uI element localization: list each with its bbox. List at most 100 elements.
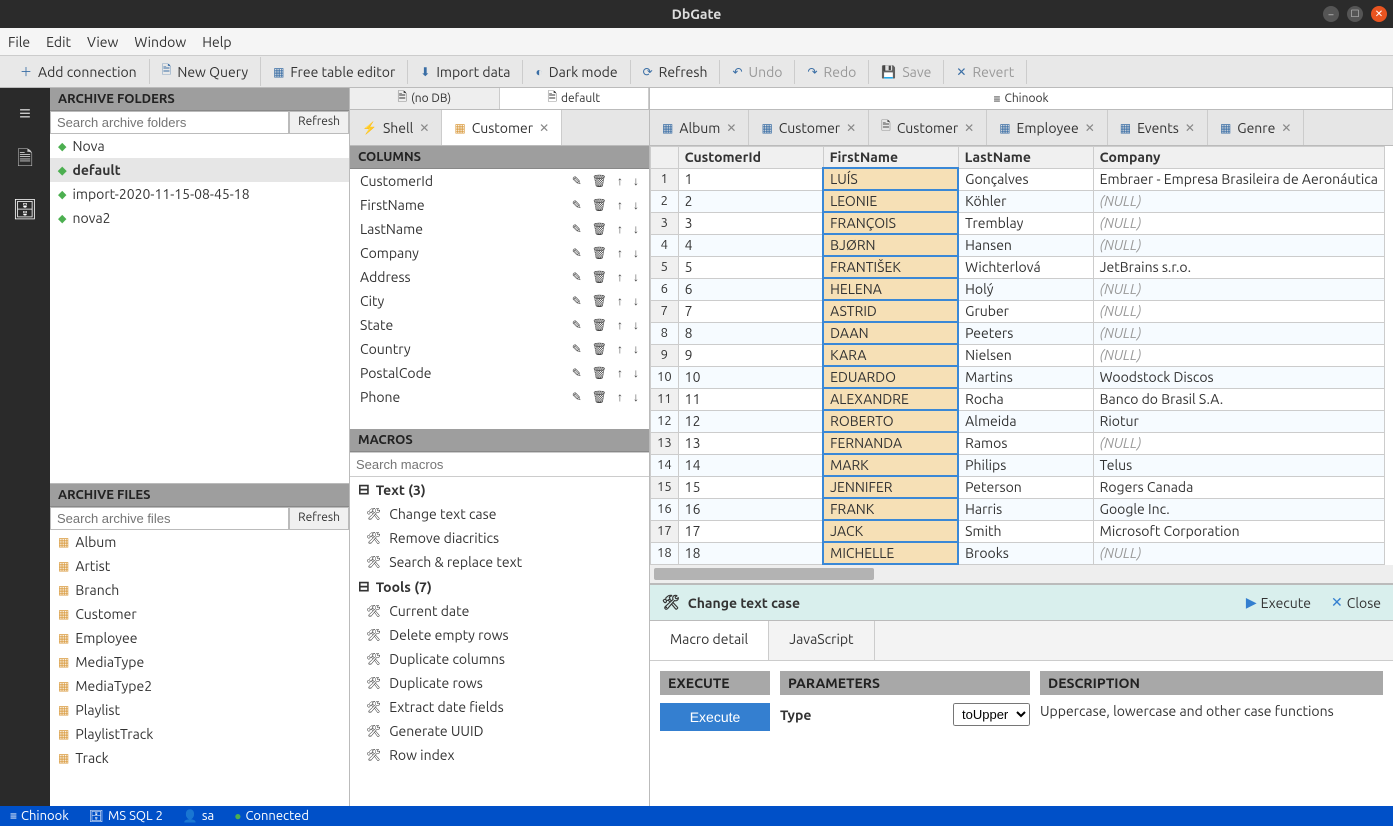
cell[interactable]: (NULL) <box>1093 322 1384 344</box>
folder-item[interactable]: ◆default <box>50 158 349 182</box>
tab-events[interactable]: ▦Events✕ <box>1108 110 1208 145</box>
move-up-icon[interactable]: ↑ <box>617 390 623 404</box>
db-tab[interactable]: 🗎default <box>500 88 650 109</box>
row-header[interactable]: 5 <box>651 256 679 278</box>
row-header[interactable]: 2 <box>651 190 679 212</box>
column-item[interactable]: City✎🗑↑↓ <box>350 289 649 313</box>
row-header[interactable]: 3 <box>651 212 679 234</box>
delete-icon[interactable]: 🗑 <box>592 318 607 332</box>
file-item[interactable]: ▦Album <box>50 530 349 554</box>
cell[interactable]: ALEXANDRE <box>823 388 958 410</box>
move-up-icon[interactable]: ↑ <box>617 270 623 284</box>
search-files-input[interactable] <box>50 507 289 530</box>
macro-group-header[interactable]: ⊟Text (3) <box>350 477 649 502</box>
cell[interactable]: HELENA <box>823 278 958 300</box>
move-up-icon[interactable]: ↑ <box>617 342 623 356</box>
file-item[interactable]: ▦Branch <box>50 578 349 602</box>
edit-icon[interactable]: ✎ <box>572 318 582 332</box>
close-icon[interactable]: ✕ <box>1085 121 1095 135</box>
cell[interactable]: Riotur <box>1093 410 1384 432</box>
edit-icon[interactable]: ✎ <box>572 222 582 236</box>
cell[interactable]: Wichterlová <box>958 256 1093 278</box>
cell[interactable]: Gruber <box>958 300 1093 322</box>
cell[interactable]: 8 <box>678 322 823 344</box>
cell[interactable]: Ramos <box>958 432 1093 454</box>
cell[interactable]: (NULL) <box>1093 234 1384 256</box>
cell[interactable]: Holý <box>958 278 1093 300</box>
row-header[interactable]: 16 <box>651 498 679 520</box>
cell[interactable]: Brooks <box>958 542 1093 564</box>
toolbar-add-connection[interactable]: ＋Add connection <box>8 59 150 84</box>
cell[interactable]: (NULL) <box>1093 190 1384 212</box>
move-down-icon[interactable]: ↓ <box>633 222 639 236</box>
cell[interactable]: LEONIE <box>823 190 958 212</box>
row-header[interactable]: 6 <box>651 278 679 300</box>
move-down-icon[interactable]: ↓ <box>633 246 639 260</box>
cell[interactable]: ASTRID <box>823 300 958 322</box>
cell[interactable]: Harris <box>958 498 1093 520</box>
cell[interactable]: 15 <box>678 476 823 498</box>
menu-file[interactable]: File <box>8 34 30 50</box>
refresh-files-button[interactable]: Refresh <box>289 507 349 530</box>
close-icon[interactable]: ✕ <box>419 121 429 135</box>
row-header[interactable]: 17 <box>651 520 679 542</box>
close-icon[interactable]: ✕ <box>1281 121 1291 135</box>
toolbar-dark-mode[interactable]: ◐Dark mode <box>523 60 630 84</box>
cell[interactable]: 4 <box>678 234 823 256</box>
cell[interactable]: 3 <box>678 212 823 234</box>
window-close-button[interactable]: ✕ <box>1371 6 1387 22</box>
column-item[interactable]: Company✎🗑↑↓ <box>350 241 649 265</box>
cell[interactable]: FRANTIŠEK <box>823 256 958 278</box>
cell[interactable]: Tremblay <box>958 212 1093 234</box>
macro-item[interactable]: 🛠Duplicate rows <box>350 671 649 695</box>
cell[interactable]: 11 <box>678 388 823 410</box>
search-macros-input[interactable] <box>350 452 649 477</box>
column-item[interactable]: State✎🗑↑↓ <box>350 313 649 337</box>
status-server[interactable]: 🗄MS SQL 2 <box>89 809 163 823</box>
nav-database-icon[interactable]: ≡ <box>10 98 40 128</box>
param-type-select[interactable]: toUpper <box>953 703 1030 726</box>
move-down-icon[interactable]: ↓ <box>633 294 639 308</box>
file-item[interactable]: ▦Track <box>50 746 349 770</box>
cell[interactable]: JetBrains s.r.o. <box>1093 256 1384 278</box>
cell[interactable]: Martins <box>958 366 1093 388</box>
row-header[interactable]: 18 <box>651 542 679 564</box>
window-minimize-button[interactable]: – <box>1323 6 1339 22</box>
cell[interactable]: EDUARDO <box>823 366 958 388</box>
cell[interactable]: Rocha <box>958 388 1093 410</box>
cell[interactable]: (NULL) <box>1093 344 1384 366</box>
tab-shell[interactable]: ⚡Shell✕ <box>350 110 442 145</box>
move-up-icon[interactable]: ↑ <box>617 174 623 188</box>
cell[interactable]: FERNANDA <box>823 432 958 454</box>
cell[interactable]: Telus <box>1093 454 1384 476</box>
folder-item[interactable]: ◆nova2 <box>50 206 349 230</box>
row-header[interactable]: 12 <box>651 410 679 432</box>
move-down-icon[interactable]: ↓ <box>633 318 639 332</box>
status-connection[interactable]: ●Connected <box>234 809 309 823</box>
cell[interactable]: Google Inc. <box>1093 498 1384 520</box>
cell[interactable]: KARA <box>823 344 958 366</box>
close-icon[interactable]: ✕ <box>846 121 856 135</box>
window-maximize-button[interactable]: ☐ <box>1347 6 1363 22</box>
toolbar-new-query[interactable]: 🗎New Query <box>150 57 261 86</box>
cell[interactable]: 1 <box>678 168 823 190</box>
macro-item[interactable]: 🛠Search & replace text <box>350 550 649 574</box>
horizontal-scrollbar[interactable] <box>650 565 1393 583</box>
move-down-icon[interactable]: ↓ <box>633 270 639 284</box>
sub-tab-macro-detail[interactable]: Macro detail <box>650 621 769 660</box>
row-header[interactable]: 4 <box>651 234 679 256</box>
cell[interactable]: Philips <box>958 454 1093 476</box>
macro-group-header[interactable]: ⊟Tools (7) <box>350 574 649 599</box>
edit-icon[interactable]: ✎ <box>572 270 582 284</box>
cell[interactable]: MARK <box>823 454 958 476</box>
cell[interactable]: (NULL) <box>1093 432 1384 454</box>
db-tab[interactable]: 🗎(no DB) <box>350 88 500 109</box>
delete-icon[interactable]: 🗑 <box>592 342 607 356</box>
file-item[interactable]: ▦MediaType2 <box>50 674 349 698</box>
status-user[interactable]: 👤sa <box>183 809 214 823</box>
column-item[interactable]: PostalCode✎🗑↑↓ <box>350 361 649 385</box>
nav-archive-icon[interactable]: 🗄 <box>10 194 40 224</box>
column-header[interactable]: FirstName <box>823 147 958 169</box>
delete-icon[interactable]: 🗑 <box>592 294 607 308</box>
edit-icon[interactable]: ✎ <box>572 342 582 356</box>
